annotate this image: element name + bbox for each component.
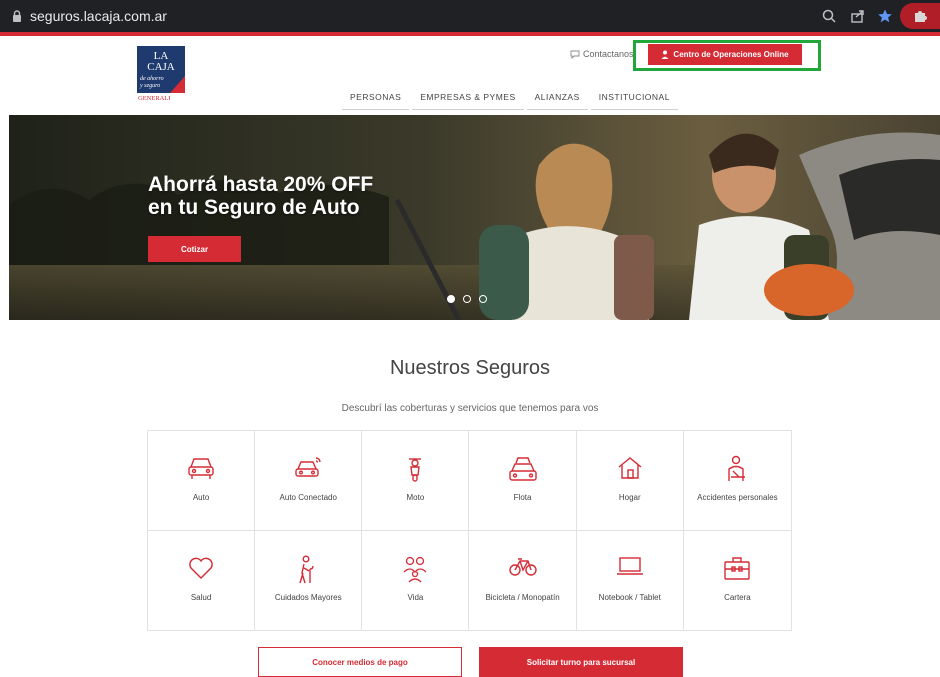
insurance-card-accidentes[interactable]: Accidentes personales — [683, 431, 791, 531]
browser-address-bar[interactable]: seguros.lacaja.com.ar — [0, 0, 940, 32]
bicycle-icon — [508, 557, 537, 576]
insurance-card-auto[interactable]: Auto — [148, 431, 256, 531]
user-icon — [661, 50, 669, 59]
fleet-icon — [508, 457, 537, 481]
insurance-label: Cartera — [724, 592, 751, 602]
cta-label: Centro de Operaciones Online — [673, 50, 789, 59]
section-title: Nuestros Seguros — [389, 357, 551, 379]
hero-banner[interactable]: Ahorrá hasta 20% OFF en tu Seguro de Aut… — [9, 115, 940, 320]
insurance-label: Bicicleta / Monopatín — [485, 592, 560, 602]
extensions-puzzle-icon[interactable] — [912, 8, 928, 24]
hero-title-line2: en tu Seguro de Auto — [148, 196, 360, 219]
contact-link[interactable]: Contactanos — [570, 49, 634, 59]
insurance-label: Accidentes personales — [697, 493, 778, 502]
hero-title-line1: Ahorrá hasta 20% OFF — [148, 173, 374, 196]
operations-center-button[interactable]: Centro de Operaciones Online — [648, 44, 802, 65]
heart-icon — [189, 557, 213, 579]
top-accent-bar — [0, 32, 940, 36]
logo-mark: LA CAJA de ahorro y seguro GENERALI — [137, 46, 185, 102]
logo-line2: CAJA — [147, 61, 175, 73]
elderly-icon — [299, 555, 314, 583]
insurance-card-vida[interactable]: Vida — [362, 530, 470, 630]
insurance-label: Cuidados Mayores — [274, 592, 342, 602]
insurance-card-hogar[interactable]: Hogar — [576, 431, 684, 531]
briefcase-icon — [724, 556, 751, 580]
share-icon[interactable] — [850, 8, 866, 24]
nav-empresas-pymes[interactable]: EMPRESAS & PYMES — [412, 88, 524, 110]
hero-title: Ahorrá hasta 20% OFF en tu Seguro de Aut… — [148, 173, 398, 219]
url-text[interactable]: seguros.lacaja.com.ar — [30, 8, 167, 24]
insurance-label: Auto Conectado — [279, 493, 337, 502]
injured-person-icon — [728, 455, 746, 481]
cotizar-button[interactable]: Cotizar — [148, 236, 241, 262]
insurance-label: Notebook / Tablet — [598, 592, 661, 602]
connected-car-icon — [295, 457, 321, 477]
insurance-label: Moto — [406, 493, 425, 502]
lock-icon — [13, 10, 21, 22]
insurance-label: Hogar — [618, 493, 641, 502]
insurance-label: Flota — [513, 493, 532, 502]
logo-tag1: de ahorro — [140, 76, 164, 82]
carousel-dot-3[interactable] — [479, 295, 487, 303]
insurance-card-notebook[interactable]: Notebook / Tablet — [577, 530, 684, 630]
insurance-card-moto[interactable]: Moto — [362, 431, 470, 531]
insurance-grid: Auto Auto Conectado Moto Flota Hogar Acc… — [147, 430, 792, 631]
nav-institucional[interactable]: INSTITUCIONAL — [590, 88, 678, 110]
insurance-card-bicicleta[interactable]: Bicicleta / Monopatín — [469, 530, 577, 630]
lacaja-logo[interactable]: LA CAJA de ahorro y seguro GENERALI — [137, 46, 185, 102]
contact-label: Contactanos — [583, 49, 634, 59]
insurance-label: Auto — [192, 493, 210, 502]
main-nav: PERSONAS EMPRESAS & PYMES ALIANZAS INSTI… — [342, 88, 681, 110]
carousel-dots — [447, 295, 487, 303]
carousel-dot-1[interactable] — [447, 295, 455, 303]
insurance-card-salud[interactable]: Salud — [148, 530, 256, 630]
nav-personas[interactable]: PERSONAS — [342, 88, 410, 110]
motorcycle-icon — [409, 458, 422, 482]
insurance-label: Vida — [407, 592, 424, 602]
family-icon — [403, 556, 427, 582]
insurance-card-cartera[interactable]: Cartera — [684, 531, 791, 631]
insurance-card-auto-conectado[interactable]: Auto Conectado — [255, 431, 363, 531]
nav-alianzas[interactable]: ALIANZAS — [526, 88, 588, 110]
chat-bubble-icon — [570, 50, 580, 59]
car-icon — [188, 458, 214, 479]
bookmark-star-icon[interactable] — [877, 8, 893, 24]
logo-tag2: y seguro — [139, 83, 160, 89]
branch-appointment-button[interactable]: Solicitar turno para sucursal — [479, 647, 683, 677]
zoom-icon[interactable] — [821, 8, 837, 24]
insurance-card-flota[interactable]: Flota — [469, 431, 577, 531]
section-subtitle: Descubrí las coberturas y servicios que … — [341, 403, 599, 414]
carousel-dot-2[interactable] — [463, 295, 471, 303]
payment-methods-button[interactable]: Conocer medios de pago — [258, 647, 462, 677]
insurance-card-cuidados-mayores[interactable]: Cuidados Mayores — [255, 530, 363, 630]
insurance-label: Salud — [190, 592, 212, 602]
home-icon — [618, 457, 642, 479]
laptop-icon — [616, 556, 643, 575]
logo-brand: GENERALI — [138, 95, 171, 102]
